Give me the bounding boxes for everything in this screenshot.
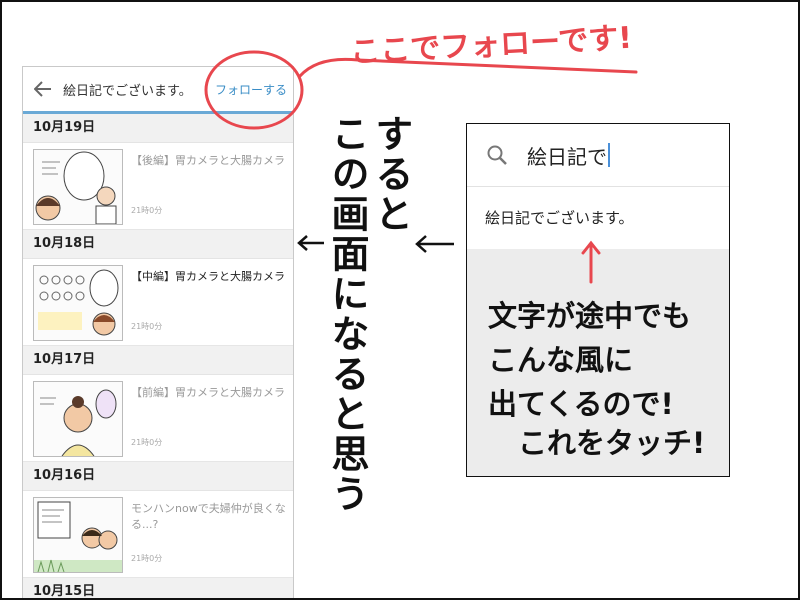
follow-highlight-circle (204, 50, 304, 130)
search-bar[interactable]: 絵日記で (467, 124, 729, 187)
article-time: 21時0分 (131, 438, 163, 447)
article-thumbnail (33, 265, 123, 341)
search-icon (467, 144, 527, 166)
search-annotation: 文字が途中でも こんな風に 出てくるので! (488, 294, 691, 426)
vertical-annotation-2: この画面になると思う (325, 114, 369, 514)
date-header: 10月17日 (23, 346, 293, 375)
article-item[interactable]: 【中編】胃カメラと大腸カメラ 21時0分 (23, 259, 293, 346)
article-thumbnail (33, 149, 123, 225)
left-arrow-icon (415, 235, 454, 253)
date-header: 10月16日 (23, 462, 293, 491)
search-annotation-line: こんな風に (488, 343, 634, 377)
article-title: 【後編】胃カメラと大腸カメラ (131, 154, 285, 167)
article-item[interactable]: 【後編】胃カメラと大腸カメラ 21時0分 (23, 143, 293, 230)
back-arrow-icon (34, 81, 51, 97)
article-title: 【中編】胃カメラと大腸カメラ (131, 270, 285, 283)
article-time: 21時0分 (131, 322, 163, 331)
touch-annotation: これをタッチ! (518, 426, 706, 460)
left-arrow-icon (297, 235, 324, 251)
vertical-annotation-1: すると (369, 114, 413, 234)
search-input[interactable]: 絵日記で (527, 141, 607, 170)
article-time: 21時0分 (131, 554, 163, 563)
date-header: 10月18日 (23, 230, 293, 259)
article-thumbnail (33, 497, 123, 573)
article-item[interactable]: モンハンnowで夫婦仲が良くなる...? 21時0分 (23, 491, 293, 578)
screenshot-frame: 絵日記でございます。 フォローする 10月19日 【後編】胃カメラと大腸カメラ … (0, 0, 800, 600)
article-thumbnail (33, 381, 123, 457)
article-title: 【前編】胃カメラと大腸カメラ (131, 386, 285, 399)
article-time: 21時0分 (131, 206, 163, 215)
blog-page-screen: 絵日記でございます。 フォローする 10月19日 【後編】胃カメラと大腸カメラ … (22, 66, 294, 598)
date-header: 10月15日 (23, 578, 293, 598)
back-button[interactable] (23, 67, 63, 111)
up-arrow-icon (581, 240, 601, 284)
search-annotation-line: 文字が途中でも (488, 299, 692, 333)
text-caret (608, 143, 610, 167)
article-item[interactable]: 【前編】胃カメラと大腸カメラ 21時0分 (23, 375, 293, 462)
article-title: モンハンnowで夫婦仲が良くなる...? (131, 502, 286, 531)
blog-title: 絵日記でございます。 (63, 83, 192, 99)
